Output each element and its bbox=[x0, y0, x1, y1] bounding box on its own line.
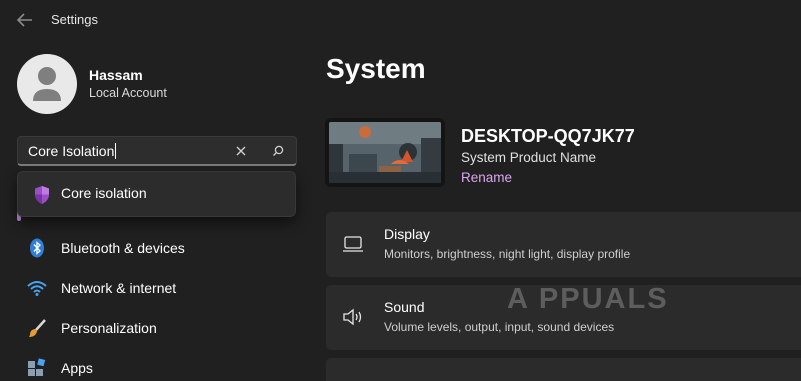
rename-link[interactable]: Rename bbox=[461, 170, 512, 185]
bluetooth-icon bbox=[27, 238, 47, 258]
user-avatar-icon[interactable] bbox=[17, 54, 77, 114]
speaker-icon bbox=[342, 307, 364, 327]
sidebar-item-personalization[interactable]: Personalization bbox=[17, 310, 297, 346]
device-wallpaper bbox=[325, 118, 445, 187]
sidebar-item-apps[interactable]: Apps bbox=[17, 350, 297, 381]
next-card[interactable] bbox=[326, 358, 801, 381]
search-icon[interactable] bbox=[269, 142, 287, 160]
title-bar: Settings bbox=[0, 0, 801, 40]
account-type: Local Account bbox=[89, 86, 167, 100]
search-suggestion[interactable]: Core isolation bbox=[17, 171, 296, 217]
device-model: System Product Name bbox=[461, 150, 597, 165]
main-content: System DESKTOP-QQ7JK77 System Product Na… bbox=[310, 40, 801, 381]
brush-icon bbox=[27, 318, 47, 338]
search-input[interactable]: Core Isolation bbox=[17, 136, 297, 166]
wifi-icon bbox=[27, 278, 47, 298]
monitor-icon bbox=[342, 234, 364, 254]
search-text[interactable]: Core Isolation bbox=[28, 143, 117, 159]
sidebar-item-bluetooth[interactable]: Bluetooth & devices bbox=[17, 230, 297, 266]
device-name: DESKTOP-QQ7JK77 bbox=[461, 126, 635, 146]
sidebar-item-label: Apps bbox=[61, 360, 93, 376]
card-title: Display bbox=[384, 226, 430, 242]
user-name: Hassam bbox=[89, 67, 143, 83]
sidebar-item-label: Network & internet bbox=[61, 280, 177, 296]
page-title: System bbox=[326, 53, 426, 84]
watermark: A PPUALS bbox=[507, 283, 669, 315]
card-subtitle: Volume levels, output, input, sound devi… bbox=[384, 320, 615, 334]
sidebar-item-label: Personalization bbox=[61, 320, 157, 336]
display-card[interactable]: Display Monitors, brightness, night ligh… bbox=[326, 212, 801, 277]
sidebar-item-label: Bluetooth & devices bbox=[61, 240, 185, 256]
card-title: Sound bbox=[384, 299, 425, 315]
suggestion-label: Core isolation bbox=[61, 185, 147, 201]
sidebar-item-network[interactable]: Network & internet bbox=[17, 270, 297, 306]
close-icon[interactable] bbox=[232, 142, 250, 160]
back-arrow-icon[interactable] bbox=[14, 10, 36, 30]
shield-icon bbox=[33, 185, 51, 205]
sidebar: Hassam Local Account Core Isolation Core… bbox=[0, 40, 310, 381]
text-caret bbox=[115, 143, 117, 159]
app-title: Settings bbox=[51, 12, 98, 27]
card-subtitle: Monitors, brightness, night light, displ… bbox=[384, 247, 631, 261]
apps-icon bbox=[27, 358, 47, 378]
